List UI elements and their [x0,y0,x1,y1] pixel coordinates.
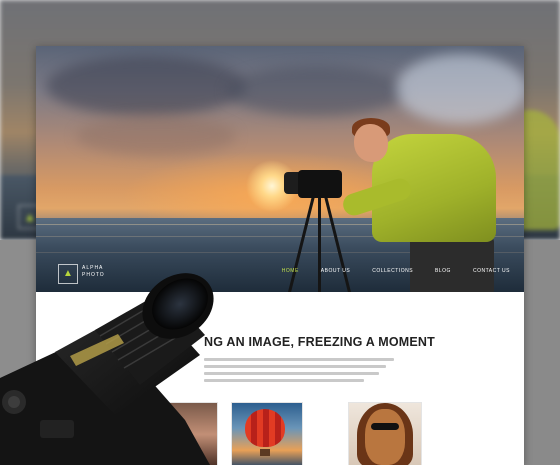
photographer-head [354,124,388,162]
text-line [204,372,379,375]
cloud [396,54,524,124]
nav-contact-us[interactable]: CONTACT US [451,268,510,274]
logo-triangle-icon: ▲ [63,268,73,279]
cloud [226,66,406,116]
gallery-thumb-portrait[interactable] [348,402,422,465]
main-nav: HOME ABOUT US COLLECTIONS BLOG CONTACT U… [260,268,510,274]
brand-line-2: PHOTO [82,272,105,278]
balloon-basket [260,449,270,456]
nav-about-us[interactable]: ABOUT US [299,268,350,274]
intro-headline: NG AN IMAGE, FREEZING A MOMENT [204,335,435,349]
site-logo[interactable]: ▲ [58,264,78,284]
cloud [46,56,246,116]
camera-body [298,170,342,198]
nav-blog[interactable]: BLOG [413,268,451,274]
nav-home[interactable]: HOME [260,268,299,274]
portrait-sunglasses [371,423,399,430]
page-shadow-right [524,240,560,465]
nav-collections[interactable]: COLLECTIONS [350,268,413,274]
tripod-leg [318,196,321,292]
brand-name[interactable]: ALPHA PHOTO [82,265,105,279]
hot-air-balloon [245,409,285,447]
photographer-legs [410,236,494,292]
gallery-thumb-1[interactable] [160,402,218,465]
text-line [204,358,394,361]
cloud [76,116,236,156]
text-line [204,379,364,382]
brand-line-1: ALPHA [82,265,104,271]
gallery-thumb-balloon[interactable] [231,402,303,465]
portrait-face [365,409,405,465]
website-mockup: ▲ ALPHA PHOTO HOME ABOUT US COLLECTIONS … [36,46,524,465]
text-line [204,365,387,368]
hero-image: ▲ ALPHA PHOTO HOME ABOUT US COLLECTIONS … [36,46,524,292]
intro-body-text [204,358,394,386]
